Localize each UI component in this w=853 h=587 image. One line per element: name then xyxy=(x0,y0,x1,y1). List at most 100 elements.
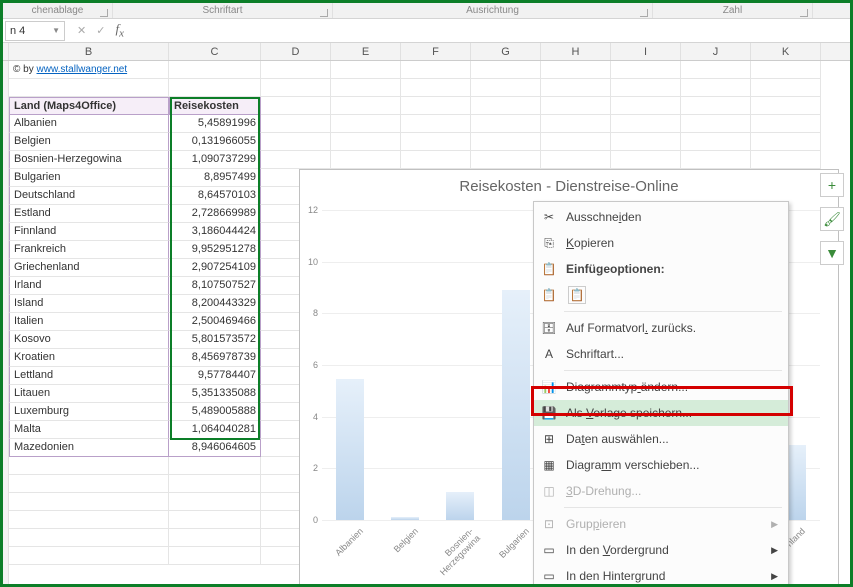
cell[interactable] xyxy=(541,115,611,133)
cell[interactable] xyxy=(541,79,611,97)
cell[interactable] xyxy=(681,97,751,115)
chart-bar[interactable] xyxy=(446,492,474,520)
context-menu-item[interactable]: ▭In den Hintergrund▶ xyxy=(534,563,788,587)
cell[interactable] xyxy=(261,97,331,115)
column-header[interactable]: K xyxy=(751,43,821,60)
worksheet-grid[interactable]: © by www.stallwanger.netLand (Maps4Offic… xyxy=(3,61,850,586)
cell[interactable] xyxy=(261,115,331,133)
cell[interactable]: 9,57784407 xyxy=(169,367,261,385)
cell[interactable] xyxy=(331,97,401,115)
cell[interactable]: Malta xyxy=(9,421,169,439)
cancel-formula-icon[interactable]: ✕ xyxy=(77,24,86,37)
cell[interactable] xyxy=(9,529,169,547)
cell[interactable] xyxy=(471,133,541,151)
cell[interactable]: Irland xyxy=(9,277,169,295)
dialog-launcher-icon[interactable] xyxy=(800,9,808,17)
cell[interactable] xyxy=(331,61,401,79)
cell[interactable] xyxy=(751,151,821,169)
cell[interactable] xyxy=(261,133,331,151)
cell[interactable] xyxy=(471,151,541,169)
cell[interactable] xyxy=(9,475,169,493)
cell[interactable] xyxy=(331,79,401,97)
cell[interactable] xyxy=(751,61,821,79)
cell[interactable] xyxy=(611,115,681,133)
cell[interactable]: Litauen xyxy=(9,385,169,403)
cell[interactable] xyxy=(331,133,401,151)
cell[interactable] xyxy=(611,61,681,79)
cell[interactable]: 3,186044424 xyxy=(169,223,261,241)
cell[interactable]: 1,090737299 xyxy=(169,151,261,169)
enter-formula-icon[interactable]: ✓ xyxy=(96,24,105,37)
context-menu-item[interactable]: 📋📋 xyxy=(534,282,788,308)
context-menu-item[interactable]: ▦Diagramm verschieben... xyxy=(534,452,788,478)
cell[interactable] xyxy=(611,133,681,151)
cell[interactable]: 0,131966055 xyxy=(169,133,261,151)
cell[interactable]: Lettland xyxy=(9,367,169,385)
cell[interactable]: Italien xyxy=(9,313,169,331)
cell[interactable] xyxy=(169,61,261,79)
fx-icon[interactable]: fx xyxy=(115,21,123,40)
cell[interactable] xyxy=(611,151,681,169)
name-box-dropdown-icon[interactable]: ▼ xyxy=(52,26,60,35)
cell[interactable] xyxy=(9,457,169,475)
column-header[interactable]: G xyxy=(471,43,541,60)
column-header[interactable]: D xyxy=(261,43,331,60)
context-menu-item[interactable]: 📊Diagrammtyp ändern... xyxy=(534,374,788,400)
cell[interactable]: Finnland xyxy=(9,223,169,241)
cell[interactable] xyxy=(169,457,261,475)
cell[interactable]: Albanien xyxy=(9,115,169,133)
cell[interactable] xyxy=(681,151,751,169)
cell[interactable]: 5,489005888 xyxy=(169,403,261,421)
column-header[interactable]: I xyxy=(611,43,681,60)
cell[interactable] xyxy=(471,97,541,115)
cell[interactable] xyxy=(751,97,821,115)
column-header[interactable]: C xyxy=(169,43,261,60)
cell[interactable] xyxy=(611,79,681,97)
cell[interactable] xyxy=(401,115,471,133)
cell[interactable]: 1,064040281 xyxy=(169,421,261,439)
dialog-launcher-icon[interactable] xyxy=(100,9,108,17)
cell[interactable]: 5,45891996 xyxy=(169,115,261,133)
cell[interactable] xyxy=(401,79,471,97)
cell[interactable]: 8,200443329 xyxy=(169,295,261,313)
column-header[interactable]: F xyxy=(401,43,471,60)
cell[interactable] xyxy=(169,475,261,493)
cell[interactable] xyxy=(541,97,611,115)
cell[interactable] xyxy=(169,529,261,547)
cell[interactable]: 2,907254109 xyxy=(169,259,261,277)
dialog-launcher-icon[interactable] xyxy=(320,9,328,17)
context-menu-item[interactable]: 💾Als Vorlage speichern... xyxy=(534,400,788,426)
cell[interactable] xyxy=(681,115,751,133)
cell[interactable] xyxy=(401,97,471,115)
cell[interactable] xyxy=(169,493,261,511)
paste-option-icon[interactable]: 📋 xyxy=(568,286,586,304)
cell[interactable]: Bosnien-Herzegowina xyxy=(9,151,169,169)
chart-add-element-icon[interactable]: + xyxy=(820,173,844,197)
cell[interactable] xyxy=(471,79,541,97)
cell[interactable] xyxy=(261,79,331,97)
context-menu-item[interactable]: ⊞Daten auswählen... xyxy=(534,426,788,452)
context-menu-item[interactable]: ⎘Kopieren xyxy=(534,230,788,256)
cell[interactable]: 8,64570103 xyxy=(169,187,261,205)
cell[interactable] xyxy=(169,547,261,565)
name-box[interactable]: n 4 ▼ xyxy=(5,21,65,41)
cell[interactable]: Kosovo xyxy=(9,331,169,349)
cell[interactable]: 8,8957499 xyxy=(169,169,261,187)
column-header[interactable]: J xyxy=(681,43,751,60)
cell[interactable] xyxy=(471,61,541,79)
cell[interactable] xyxy=(401,133,471,151)
cell[interactable]: Island xyxy=(9,295,169,313)
cell[interactable] xyxy=(541,133,611,151)
cell[interactable] xyxy=(169,79,261,97)
cell[interactable]: 2,500469466 xyxy=(169,313,261,331)
cell[interactable] xyxy=(751,133,821,151)
column-header[interactable]: E xyxy=(331,43,401,60)
cell[interactable]: 8,456978739 xyxy=(169,349,261,367)
context-menu-item[interactable]: 📋Einfügeoptionen: xyxy=(534,256,788,282)
cell[interactable]: 2,728669989 xyxy=(169,205,261,223)
cell[interactable] xyxy=(331,115,401,133)
cell[interactable] xyxy=(401,61,471,79)
cell[interactable] xyxy=(541,61,611,79)
cell[interactable] xyxy=(9,547,169,565)
cell[interactable] xyxy=(751,79,821,97)
